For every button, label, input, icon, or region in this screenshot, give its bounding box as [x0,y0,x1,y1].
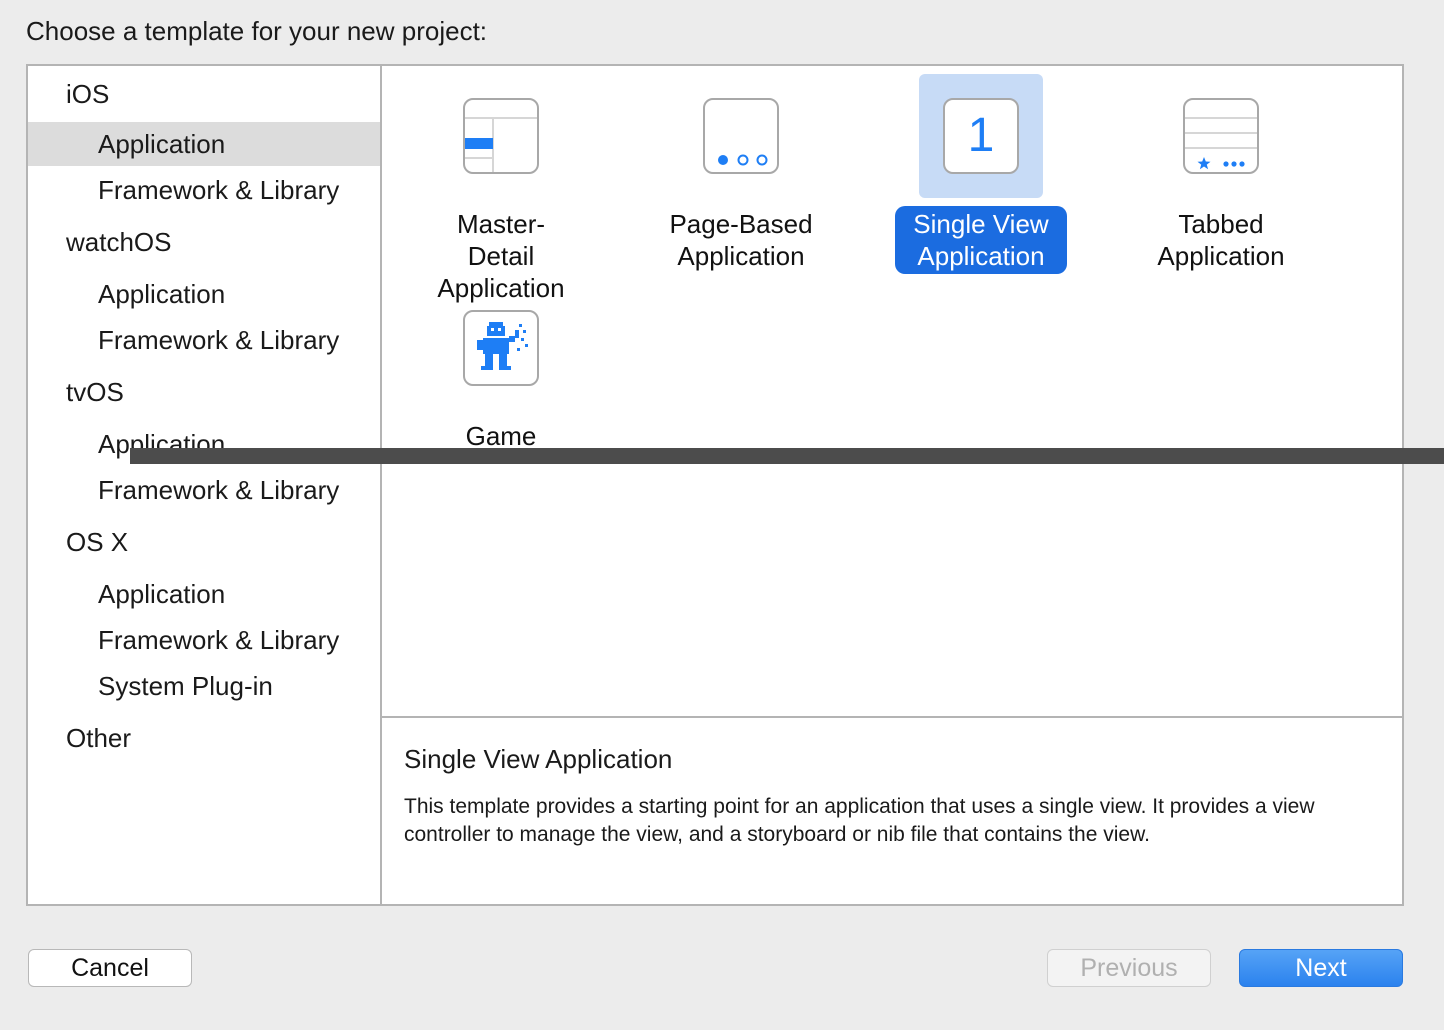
description-title: Single View Application [404,744,673,774]
cancel-button[interactable]: Cancel [28,949,192,987]
template-master-detail[interactable]: Master-Detail Application [411,74,591,306]
sidebar-item-label: Framework & Library [98,324,340,355]
sidebar-item-tvos[interactable]: tvOS [28,370,380,414]
sidebar-item-label: Framework & Library [98,624,340,655]
sidebar-item-ios-application[interactable]: Application [28,122,380,166]
sidebar-item-ios-framework-library[interactable]: Framework & Library [28,168,380,212]
template-label: Page-Based Application [669,209,813,271]
description-text: This template provides a starting point … [404,795,1315,846]
template-label: Tabbed Application [1157,209,1285,271]
previous-button[interactable]: Previous [1047,949,1211,987]
template-single-view[interactable]: 1 Single View Application [891,74,1071,274]
page-based-icon [703,98,779,174]
sidebar-item-watchos-application[interactable]: Application [28,272,380,316]
sidebar-item-other[interactable]: Other [28,716,380,760]
template-chooser-panel: iOS Application Framework & Library watc… [26,64,1404,906]
template-tabbed[interactable]: Tabbed Application [1131,74,1311,274]
master-detail-icon [463,98,539,174]
template-page-based[interactable]: Page-Based Application [651,74,831,274]
sidebar-item-label: Framework & Library [98,174,340,205]
next-button[interactable]: Next [1239,949,1403,987]
sidebar-item-watchos-framework-library[interactable]: Framework & Library [28,318,380,362]
template-description: Single View Application This template pr… [382,718,1404,904]
platform-sidebar: iOS Application Framework & Library watc… [28,66,382,904]
sidebar-item-label: OS X [66,526,129,557]
sidebar-item-label: watchOS [66,226,172,257]
sidebar-item-label: Application [98,578,226,609]
sidebar-item-tvos-framework-library[interactable]: Framework & Library [28,468,380,512]
sidebar-item-osx-system-plugin[interactable]: System Plug-in [28,664,380,708]
sidebar-item-osx-framework-library[interactable]: Framework & Library [28,618,380,662]
sidebar-item-label: Application [98,278,226,309]
sidebar-item-osx-application[interactable]: Application [28,572,380,616]
sidebar-item-label: Application [98,128,226,159]
tabbed-icon [1183,98,1259,174]
template-gallery: Master-Detail Application Page-Based Appli… [382,66,1404,718]
sidebar-item-watchos[interactable]: watchOS [28,220,380,264]
single-view-icon: 1 [943,98,1019,174]
sidebar-item-label: System Plug-in [98,670,273,701]
sidebar-item-ios[interactable]: iOS [28,72,380,116]
template-game[interactable]: Game [411,286,591,454]
dialog-heading: Choose a template for your new project: [26,16,488,46]
single-view-icon-numeral: 1 [967,109,995,162]
overlay-bar [130,448,1444,464]
sidebar-item-label: Framework & Library [98,474,340,505]
game-icon [463,310,539,386]
sidebar-item-label: iOS [66,78,110,109]
sidebar-item-osx[interactable]: OS X [28,520,380,564]
sidebar-item-label: Other [66,722,132,753]
template-label: Single View Application [895,206,1067,274]
sidebar-item-label: tvOS [66,376,124,407]
